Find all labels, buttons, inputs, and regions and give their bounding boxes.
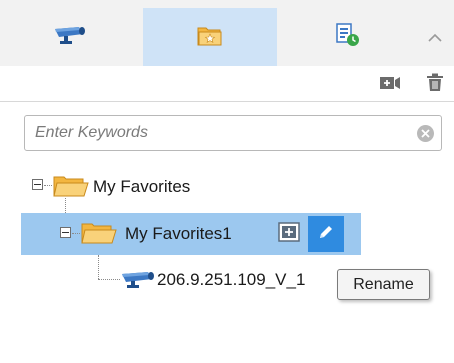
tree-node-my-favorites[interactable]: My Favorites [93,177,190,197]
rename-tooltip: Rename [337,269,430,300]
tree-node-my-favorites1[interactable]: My Favorites1 [125,224,232,244]
rename-button[interactable] [308,216,344,252]
tab-bar [0,0,454,66]
tree-node-camera[interactable]: 206.9.251.109_V_1 [157,270,305,290]
close-icon [421,125,430,143]
tree-connector [98,279,120,280]
tab-cameras[interactable] [2,8,138,66]
tree-connector [72,233,80,234]
camera-icon [121,269,157,294]
search-input[interactable] [35,120,405,146]
tab-favorites[interactable] [143,8,277,66]
tree-connector [44,185,52,186]
add-view-button[interactable] [379,75,401,95]
child-collapse-toggle[interactable] [60,227,71,238]
add-to-favorite-button[interactable] [271,216,307,252]
camera-icon [53,25,87,50]
clear-search-button[interactable] [417,125,434,142]
favorites-tree: My Favorites My Favorites1 206.9.251.109… [0,160,454,363]
pencil-icon [317,223,335,246]
collapse-panel-button[interactable] [416,8,454,66]
favorites-toolbar [0,66,454,102]
search-box [24,115,442,151]
chevron-up-icon [428,33,442,42]
root-collapse-toggle[interactable] [32,179,43,190]
tree-node-row-selected[interactable]: My Favorites1 [21,213,361,255]
trash-icon [426,73,444,97]
favorites-folder-icon [196,23,224,52]
add-view-icon [379,75,401,96]
delete-button[interactable] [424,73,446,97]
folder-icon [81,221,117,250]
tab-schedule[interactable] [280,8,416,66]
tree-connector [98,255,99,279]
schedule-list-icon [334,22,362,53]
folder-icon [53,174,89,203]
add-icon [278,221,300,247]
